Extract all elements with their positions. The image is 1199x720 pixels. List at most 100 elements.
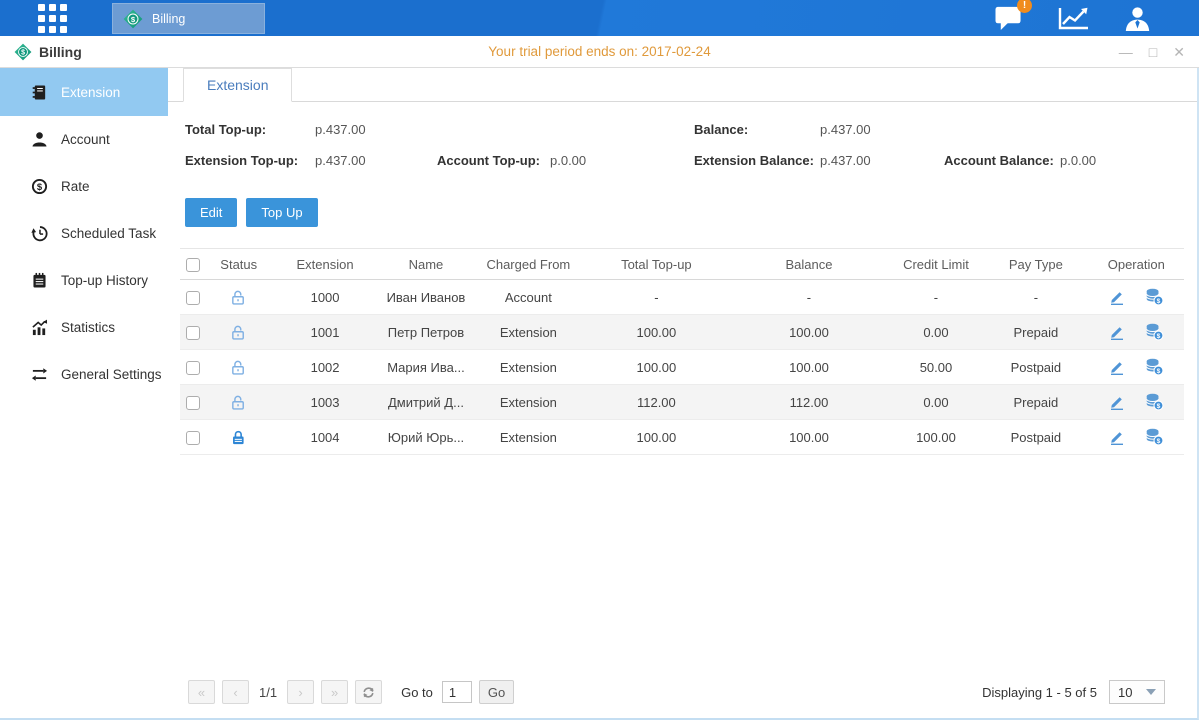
table-row: 1002 Мария Ива... Extension 100.00 100.0…: [180, 350, 1184, 385]
goto-page-input[interactable]: [442, 681, 472, 703]
edit-extension-button[interactable]: [1109, 289, 1125, 305]
extension-number: 1003: [271, 385, 378, 420]
pencil-icon: [1109, 324, 1125, 340]
row-checkbox[interactable]: [186, 396, 200, 410]
status-unlocked-icon: [230, 394, 247, 411]
select-all-checkbox[interactable]: [186, 258, 200, 272]
top-up-button[interactable]: Top Up: [246, 198, 317, 227]
user-account-button[interactable]: [1124, 5, 1151, 32]
row-checkbox[interactable]: [186, 326, 200, 340]
extension-name: Дмитрий Д...: [379, 385, 473, 420]
col-charged-from: Charged From: [473, 249, 583, 280]
window-body: Extension Account $ Rate: [0, 68, 1199, 720]
sidebar-item-label: Scheduled Task: [61, 226, 156, 241]
page-indicator: 1/1: [259, 685, 277, 700]
sidebar-item-general-settings[interactable]: General Settings: [0, 351, 168, 398]
messages-button[interactable]: !: [994, 5, 1023, 31]
sidebar-item-account[interactable]: Account: [0, 116, 168, 163]
app-menu-icon[interactable]: [37, 3, 67, 33]
svg-text:$: $: [1156, 333, 1160, 340]
row-checkbox[interactable]: [186, 361, 200, 375]
minimize-button[interactable]: —: [1119, 45, 1133, 59]
edit-extension-button[interactable]: [1109, 324, 1125, 340]
status-unlocked-icon: [230, 324, 247, 341]
edit-extension-button[interactable]: [1109, 394, 1125, 410]
credit-limit: -: [889, 280, 983, 315]
sidebar-item-extension[interactable]: Extension: [0, 68, 168, 116]
balance: 100.00: [729, 350, 889, 385]
svg-text:$: $: [1156, 298, 1160, 305]
row-checkbox[interactable]: [186, 291, 200, 305]
total-topup-label: Total Top-up:: [185, 122, 315, 137]
topup-extension-button[interactable]: $: [1145, 358, 1164, 376]
go-button[interactable]: Go: [479, 680, 514, 704]
extension-table: Status Extension Name Charged From Total…: [180, 248, 1184, 455]
topup-extension-button[interactable]: $: [1145, 323, 1164, 341]
extension-number: 1001: [271, 315, 378, 350]
row-checkbox[interactable]: [186, 431, 200, 445]
displaying-text: Displaying 1 - 5 of 5: [982, 685, 1097, 700]
svg-text:$: $: [1156, 403, 1160, 410]
sidebar-item-label: Account: [61, 132, 110, 147]
topup-extension-button[interactable]: $: [1145, 393, 1164, 411]
next-page-button[interactable]: ›: [287, 680, 314, 704]
credit-limit: 100.00: [889, 420, 983, 455]
general-settings-icon: [31, 366, 48, 383]
balance-label: Balance:: [694, 122, 820, 137]
page-size-select[interactable]: 10: [1109, 680, 1165, 704]
topup-extension-button[interactable]: $: [1145, 428, 1164, 446]
topup-history-icon: [31, 272, 48, 289]
sidebar-item-label: General Settings: [61, 367, 162, 382]
account-balance-value: p.0.00: [1060, 153, 1197, 168]
pay-type: -: [983, 280, 1088, 315]
table-row: 1004 Юрий Юрь... Extension 100.00 100.00…: [180, 420, 1184, 455]
coins-icon: $: [1145, 288, 1164, 306]
window-titlebar: $ Billing Your trial period ends on: 201…: [0, 36, 1199, 68]
status-unlocked-icon: [230, 359, 247, 376]
maximize-button[interactable]: □: [1149, 45, 1157, 59]
page-size-value: 10: [1118, 685, 1132, 700]
pay-type: Prepaid: [983, 315, 1088, 350]
credit-limit: 0.00: [889, 385, 983, 420]
pay-type: Postpaid: [983, 420, 1088, 455]
col-extension: Extension: [271, 249, 378, 280]
balance-value: p.437.00: [820, 122, 944, 137]
sidebar-item-topup-history[interactable]: Top-up History: [0, 257, 168, 304]
sidebar-item-scheduled-task[interactable]: Scheduled Task: [0, 210, 168, 257]
pagination-bar: « ‹ 1/1 › » Go to Go Displaying: [168, 672, 1197, 718]
total-topup: 100.00: [584, 315, 730, 350]
refresh-button[interactable]: [355, 680, 382, 704]
pencil-icon: [1109, 394, 1125, 410]
sidebar-item-label: Top-up History: [61, 273, 148, 288]
resource-monitor-button[interactable]: [1057, 5, 1090, 31]
table-row: 1001 Петр Петров Extension 100.00 100.00…: [180, 315, 1184, 350]
rate-icon: $: [31, 178, 48, 195]
taskbar-billing-tab[interactable]: $ Billing: [112, 3, 265, 34]
col-operation: Operation: [1089, 249, 1184, 280]
coins-icon: $: [1145, 428, 1164, 446]
status-cell: [206, 280, 271, 315]
col-total-topup: Total Top-up: [584, 249, 730, 280]
edit-button[interactable]: Edit: [185, 198, 237, 227]
table-row: 1000 Иван Иванов Account - - - -: [180, 280, 1184, 315]
tab-extension[interactable]: Extension: [183, 68, 292, 102]
topup-extension-button[interactable]: $: [1145, 288, 1164, 306]
account-topup-label: Account Top-up:: [437, 153, 550, 168]
col-balance: Balance: [729, 249, 889, 280]
close-button[interactable]: ✕: [1173, 45, 1185, 59]
tab-strip: Extension: [168, 68, 1197, 102]
pay-type: Postpaid: [983, 350, 1088, 385]
edit-extension-button[interactable]: [1109, 359, 1125, 375]
notification-badge: !: [1017, 0, 1032, 13]
charged-from: Extension: [473, 420, 583, 455]
billing-app-icon: $: [123, 9, 143, 29]
last-page-button[interactable]: »: [321, 680, 348, 704]
sidebar-item-label: Statistics: [61, 320, 115, 335]
taskbar-tab-label: Billing: [152, 12, 185, 26]
sidebar-item-statistics[interactable]: Statistics: [0, 304, 168, 351]
prev-page-button[interactable]: ‹: [222, 680, 249, 704]
table-header-row: Status Extension Name Charged From Total…: [180, 249, 1184, 280]
edit-extension-button[interactable]: [1109, 429, 1125, 445]
first-page-button[interactable]: «: [188, 680, 215, 704]
sidebar-item-rate[interactable]: $ Rate: [0, 163, 168, 210]
